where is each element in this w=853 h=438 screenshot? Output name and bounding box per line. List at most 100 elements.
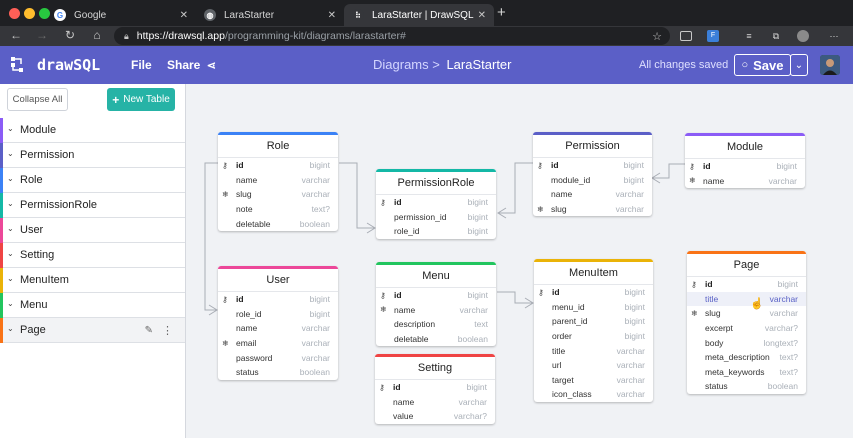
chevron-down-icon[interactable]: ⌄ (7, 124, 14, 133)
table-column-row[interactable]: target varchar (534, 373, 653, 388)
table-column-row[interactable]: order bigint (534, 329, 653, 344)
table-column-row[interactable]: deletable boolean (376, 332, 496, 347)
chevron-down-icon[interactable]: ⌄ (7, 224, 14, 233)
table-column-row[interactable]: ⚷ id bigint (376, 195, 496, 210)
table-card-role[interactable]: Role ⚷ id bigint name varchar ❄ slug varchar note… (218, 132, 338, 231)
chevron-down-icon[interactable]: ⌄ (7, 149, 14, 158)
table-column-row[interactable]: name varchar (218, 173, 338, 188)
sidebar-item-user[interactable]: ⌄ User (0, 218, 185, 243)
reload-icon[interactable]: ↻ (62, 28, 78, 42)
table-column-row[interactable]: menu_id bigint (534, 300, 653, 315)
table-card-permission[interactable]: Permission ⚷ id bigint module_id bigint name va… (533, 132, 652, 217)
sidebar-item-menuitem[interactable]: ⌄ MenuItem (0, 268, 185, 293)
minimize-window-button[interactable] (24, 8, 35, 19)
table-column-row[interactable]: meta_keywords text? (687, 365, 806, 380)
table-name[interactable]: Page (687, 254, 806, 277)
close-icon[interactable]: ✕ (328, 10, 336, 21)
table-name[interactable]: User (218, 269, 338, 292)
table-column-row[interactable]: name varchar (533, 187, 652, 202)
share-menu[interactable]: Share ⋖ (167, 58, 216, 72)
table-column-row[interactable]: name varchar (218, 321, 338, 336)
table-name[interactable]: Role (218, 135, 338, 158)
table-column-row[interactable]: ⚷ id bigint (685, 159, 805, 174)
table-column-row[interactable]: ⚷ id bigint (376, 288, 496, 303)
address-bar[interactable]: 🔒︎ https://drawsql.app/programming-kit/d… (114, 27, 670, 45)
sidebar-item-menu[interactable]: ⌄ Menu (0, 293, 185, 318)
bookmark-star-icon[interactable]: ☆ (652, 30, 662, 43)
new-tab-icon[interactable]: + (497, 4, 506, 21)
table-name[interactable]: MenuItem (534, 262, 653, 285)
new-table-button[interactable]: + New Table (107, 88, 175, 111)
table-column-row[interactable]: ❄ name varchar (376, 303, 496, 318)
table-card-user[interactable]: User ⚷ id bigint role_id bigint name varchar ❄ em… (218, 266, 338, 380)
diagram-canvas[interactable]: Role ⚷ id bigint name varchar ❄ slug varchar note… (187, 84, 853, 438)
table-column-row[interactable]: icon_class varchar (534, 387, 653, 402)
table-column-row[interactable]: role_id bigint (218, 307, 338, 322)
table-card-menu[interactable]: Menu ⚷ id bigint ❄ name varchar description text… (376, 262, 496, 347)
table-column-row[interactable]: ⚷ id bigint (375, 380, 495, 395)
browser-tab-drawsql[interactable]: ⠷ LaraStarter | DrawSQL ✕ (344, 4, 494, 26)
close-window-button[interactable] (9, 8, 20, 19)
collapse-all-button[interactable]: Collapse All (7, 88, 68, 111)
collections-icon[interactable]: ⧉ (770, 30, 782, 42)
save-button[interactable]: ○ Save (734, 54, 791, 76)
sidebar-item-permission[interactable]: ⌄ Permission (0, 143, 185, 168)
table-card-module[interactable]: Module ⚷ id bigint ❄ name varchar (685, 133, 805, 189)
sidebar-item-page[interactable]: ⌄ Page ✎ ⋮ (0, 318, 185, 343)
profile-avatar-icon[interactable] (797, 30, 809, 42)
table-column-row[interactable]: ❄ slug varchar (533, 202, 652, 217)
table-column-row[interactable]: deletable boolean (218, 216, 338, 231)
home-icon[interactable]: ⌂ (89, 28, 105, 42)
chevron-down-icon[interactable]: ⌄ (7, 249, 14, 258)
table-name[interactable]: Menu (376, 265, 496, 288)
table-column-row[interactable]: ⚷ id bigint (218, 158, 338, 173)
table-column-row[interactable]: body longtext? (687, 335, 806, 350)
table-column-row[interactable]: ❄ email varchar (218, 336, 338, 351)
save-dropdown-button[interactable]: ⌄ (790, 54, 808, 76)
file-menu[interactable]: File (131, 58, 152, 72)
table-column-row[interactable]: title varchar (534, 343, 653, 358)
table-column-row[interactable]: status boolean (218, 365, 338, 380)
table-column-row[interactable]: ⚷ id bigint (687, 277, 806, 292)
chevron-down-icon[interactable]: ⌄ (7, 174, 14, 183)
extension-badge-icon[interactable]: F (707, 30, 719, 42)
more-vertical-icon[interactable]: ⋮ (162, 324, 173, 337)
table-column-row[interactable]: parent_id bigint (534, 314, 653, 329)
table-column-row[interactable]: password varchar (218, 350, 338, 365)
table-column-row[interactable]: ❄ slug varchar (687, 306, 806, 321)
drawsql-logo[interactable]: drawSQL (10, 56, 100, 74)
chevron-down-icon[interactable]: ⌄ (7, 299, 14, 308)
table-card-page[interactable]: Page ⚷ id bigint title varchar ❄ slug varchar exc… (687, 251, 806, 394)
close-icon[interactable]: ✕ (478, 10, 486, 21)
table-column-row[interactable]: ⚷ id bigint (533, 158, 652, 173)
table-card-menuitem[interactable]: MenuItem ⚷ id bigint menu_id bigint parent_id b… (534, 259, 653, 402)
browser-tab-google[interactable]: G Google ✕ (46, 4, 196, 26)
table-column-row[interactable]: ❄ name varchar (685, 174, 805, 189)
table-column-row[interactable]: url varchar (534, 358, 653, 373)
table-column-row[interactable]: ⚷ id bigint (218, 292, 338, 307)
table-column-row[interactable]: module_id bigint (533, 173, 652, 188)
table-column-row[interactable]: value varchar? (375, 409, 495, 424)
table-name[interactable]: PermissionRole (376, 172, 496, 195)
sidebar-item-setting[interactable]: ⌄ Setting (0, 243, 185, 268)
chevron-down-icon[interactable]: ⌄ (7, 324, 14, 333)
close-icon[interactable]: ✕ (180, 10, 188, 21)
table-column-row[interactable]: description text (376, 317, 496, 332)
reading-list-icon[interactable]: ≡ (743, 30, 755, 42)
chevron-down-icon[interactable]: ⌄ (7, 274, 14, 283)
table-column-row[interactable]: meta_description text? (687, 350, 806, 365)
chevron-down-icon[interactable]: ⌄ (7, 199, 14, 208)
table-column-row[interactable]: title varchar (687, 291, 806, 307)
browser-tab-larastarter[interactable]: ◍ LaraStarter ✕ (196, 4, 344, 26)
sidebar-item-permissionrole[interactable]: ⌄ PermissionRole (0, 193, 185, 218)
table-column-row[interactable]: status boolean (687, 379, 806, 394)
sidebar-item-role[interactable]: ⌄ Role (0, 168, 185, 193)
user-avatar[interactable] (820, 55, 840, 75)
forward-arrow-icon[interactable]: → (34, 28, 50, 42)
extension-screen-icon[interactable] (680, 31, 692, 41)
pencil-icon[interactable]: ✎ (145, 325, 153, 336)
table-name[interactable]: Module (685, 136, 805, 159)
table-card-setting[interactable]: Setting ⚷ id bigint name varchar value varchar? (375, 354, 495, 424)
table-column-row[interactable]: name varchar (375, 395, 495, 410)
table-column-row[interactable]: ⚷ id bigint (534, 285, 653, 300)
